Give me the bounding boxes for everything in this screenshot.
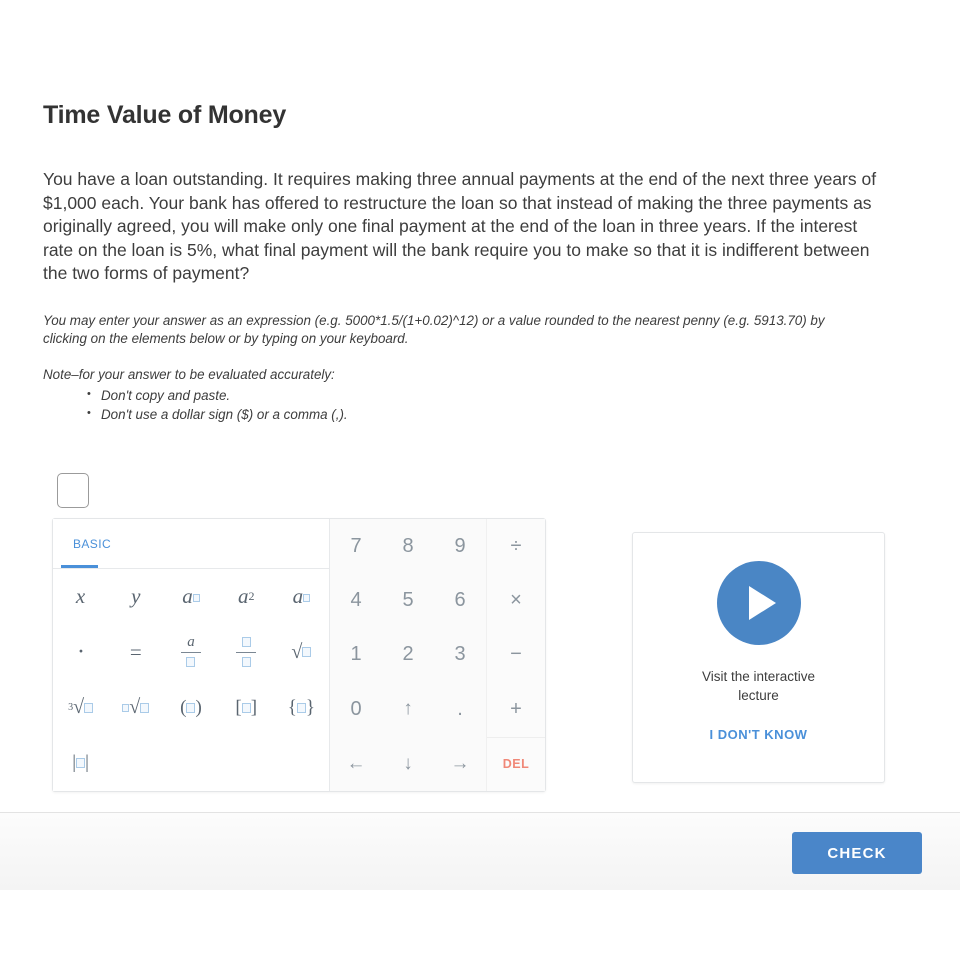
symbol-empty [274, 736, 329, 792]
symbol-nth-root[interactable]: √ [108, 680, 163, 736]
symbol-empty [108, 736, 163, 792]
note-list: Don't copy and paste. Don't use a dollar… [43, 385, 923, 424]
symbol-cube-root[interactable]: 3 √ [53, 680, 108, 736]
key-delete[interactable]: DEL [487, 736, 545, 791]
symbol-grid: x y a a2 a · = a √ 3 √ √ () [] {} | | [53, 569, 329, 791]
exercise-page: Time Value of Money You have a loan outs… [0, 0, 960, 812]
lecture-caption: Visit the interactive lecture [701, 669, 816, 703]
note-intro: Note–for your answer to be evaluated acc… [43, 366, 335, 382]
arrow-left-icon[interactable]: ← [330, 737, 382, 791]
operator-column: ÷ × − + DEL [486, 519, 545, 791]
answer-input[interactable] [57, 473, 89, 508]
key-4[interactable]: 4 [330, 573, 382, 627]
symbol-subscript[interactable]: a [274, 569, 329, 625]
lecture-card: Visit the interactive lecture I DON'T KN… [632, 532, 885, 783]
footer-bar: CHECK [0, 812, 960, 890]
i-dont-know-link[interactable]: I DON'T KNOW [710, 727, 808, 742]
key-0[interactable]: 0 [330, 682, 382, 736]
key-3[interactable]: 3 [434, 628, 486, 682]
arrow-up-icon[interactable]: ↑ [382, 682, 434, 736]
key-decimal-point[interactable]: . [434, 682, 486, 736]
symbol-variable-x[interactable]: x [53, 569, 108, 625]
page-title: Time Value of Money [43, 101, 287, 129]
tab-basic[interactable]: BASIC [61, 519, 123, 569]
key-6[interactable]: 6 [434, 573, 486, 627]
keyboard-tabbar: BASIC [53, 519, 329, 569]
list-item: Don't copy and paste. [87, 385, 923, 405]
symbol-multiply-dot[interactable]: · [53, 625, 108, 681]
symbol-variable-y[interactable]: y [108, 569, 163, 625]
symbol-a-squared[interactable]: a2 [219, 569, 274, 625]
key-2[interactable]: 2 [382, 628, 434, 682]
problem-statement: You have a loan outstanding. It requires… [43, 169, 877, 283]
key-7[interactable]: 7 [330, 519, 382, 573]
key-minus[interactable]: − [487, 628, 545, 682]
symbol-empty [219, 736, 274, 792]
key-8[interactable]: 8 [382, 519, 434, 573]
key-5[interactable]: 5 [382, 573, 434, 627]
arrow-right-icon[interactable]: → [434, 737, 486, 791]
list-item: Don't use a dollar sign ($) or a comma (… [87, 404, 923, 424]
key-9[interactable]: 9 [434, 519, 486, 573]
symbol-equals[interactable]: = [108, 625, 163, 681]
math-keyboard: BASIC x y a a2 a · = a √ 3 √ √ () [] {… [52, 518, 546, 792]
symbol-square-brackets[interactable]: [] [219, 680, 274, 736]
play-icon[interactable] [716, 561, 801, 645]
key-1[interactable]: 1 [330, 628, 382, 682]
symbol-square-root[interactable]: √ [274, 625, 329, 681]
numeric-keypad: 7 8 9 4 5 6 1 2 3 0 ↑ . ← ↓ → ÷ × − + DE… [330, 519, 545, 791]
symbol-fraction-empty[interactable] [219, 625, 274, 681]
key-divide[interactable]: ÷ [487, 519, 545, 573]
check-button[interactable]: CHECK [792, 832, 922, 874]
digit-grid: 7 8 9 4 5 6 1 2 3 0 ↑ . ← ↓ → [330, 519, 486, 791]
key-plus[interactable]: + [487, 682, 545, 736]
play-triangle [749, 586, 776, 620]
symbol-panel: BASIC x y a a2 a · = a √ 3 √ √ () [] {… [53, 519, 330, 791]
symbol-superscript[interactable]: a [163, 569, 218, 625]
arrow-down-icon[interactable]: ↓ [382, 737, 434, 791]
problem-content: Time Value of Money You have a loan outs… [43, 100, 923, 424]
symbol-fraction-a[interactable]: a [163, 625, 218, 681]
symbol-parentheses[interactable]: () [163, 680, 218, 736]
symbol-empty [163, 736, 218, 792]
answer-format-hint: You may enter your answer as an expressi… [43, 312, 825, 346]
symbol-curly-braces[interactable]: {} [274, 680, 329, 736]
symbol-absolute-value[interactable]: | | [53, 736, 108, 792]
tab-active-indicator [61, 565, 98, 568]
key-multiply[interactable]: × [487, 573, 545, 627]
